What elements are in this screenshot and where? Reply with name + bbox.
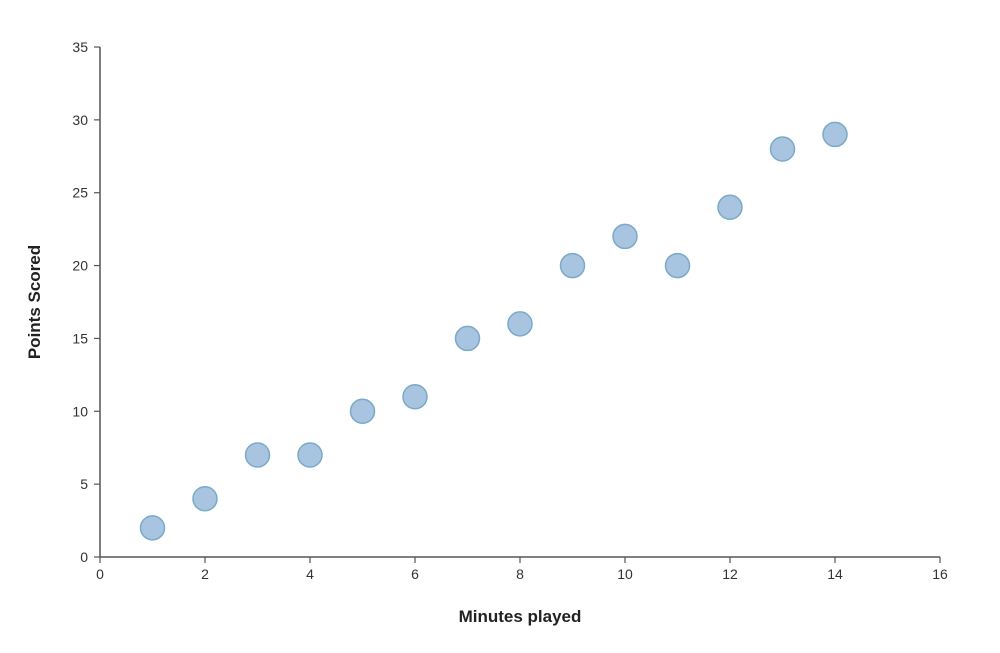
svg-text:30: 30: [72, 111, 88, 127]
svg-text:0: 0: [96, 566, 104, 582]
data-point: [456, 326, 480, 350]
data-point: [193, 486, 217, 510]
data-point: [771, 137, 795, 161]
svg-text:10: 10: [72, 403, 88, 419]
chart-container: 0 2 4 6 8 10 12 14 16 0 5 10 15 20 25 30 35 Minutes playe…: [20, 17, 980, 637]
svg-text:8: 8: [516, 566, 524, 582]
svg-text:20: 20: [72, 257, 88, 273]
data-point: [298, 443, 322, 467]
data-point: [666, 253, 690, 277]
svg-text:15: 15: [72, 330, 88, 346]
svg-text:16: 16: [932, 566, 948, 582]
data-point: [351, 399, 375, 423]
svg-text:14: 14: [827, 566, 843, 582]
svg-text:2: 2: [201, 566, 209, 582]
svg-text:12: 12: [722, 566, 738, 582]
data-point: [246, 443, 270, 467]
data-point: [403, 384, 427, 408]
svg-text:5: 5: [80, 476, 88, 492]
data-point: [718, 195, 742, 219]
svg-text:6: 6: [411, 566, 419, 582]
svg-text:25: 25: [72, 184, 88, 200]
svg-text:0: 0: [80, 549, 88, 565]
svg-text:35: 35: [72, 39, 88, 55]
data-point: [141, 515, 165, 539]
x-axis-label: Minutes played: [459, 607, 582, 626]
svg-text:4: 4: [306, 566, 314, 582]
y-axis-label: Points Scored: [25, 244, 44, 358]
data-point: [613, 224, 637, 248]
svg-text:10: 10: [617, 566, 633, 582]
data-point: [561, 253, 585, 277]
scatter-chart: 0 2 4 6 8 10 12 14 16 0 5 10 15 20 25 30 35 Minutes playe…: [20, 17, 980, 637]
data-point: [508, 311, 532, 335]
data-point: [823, 122, 847, 146]
